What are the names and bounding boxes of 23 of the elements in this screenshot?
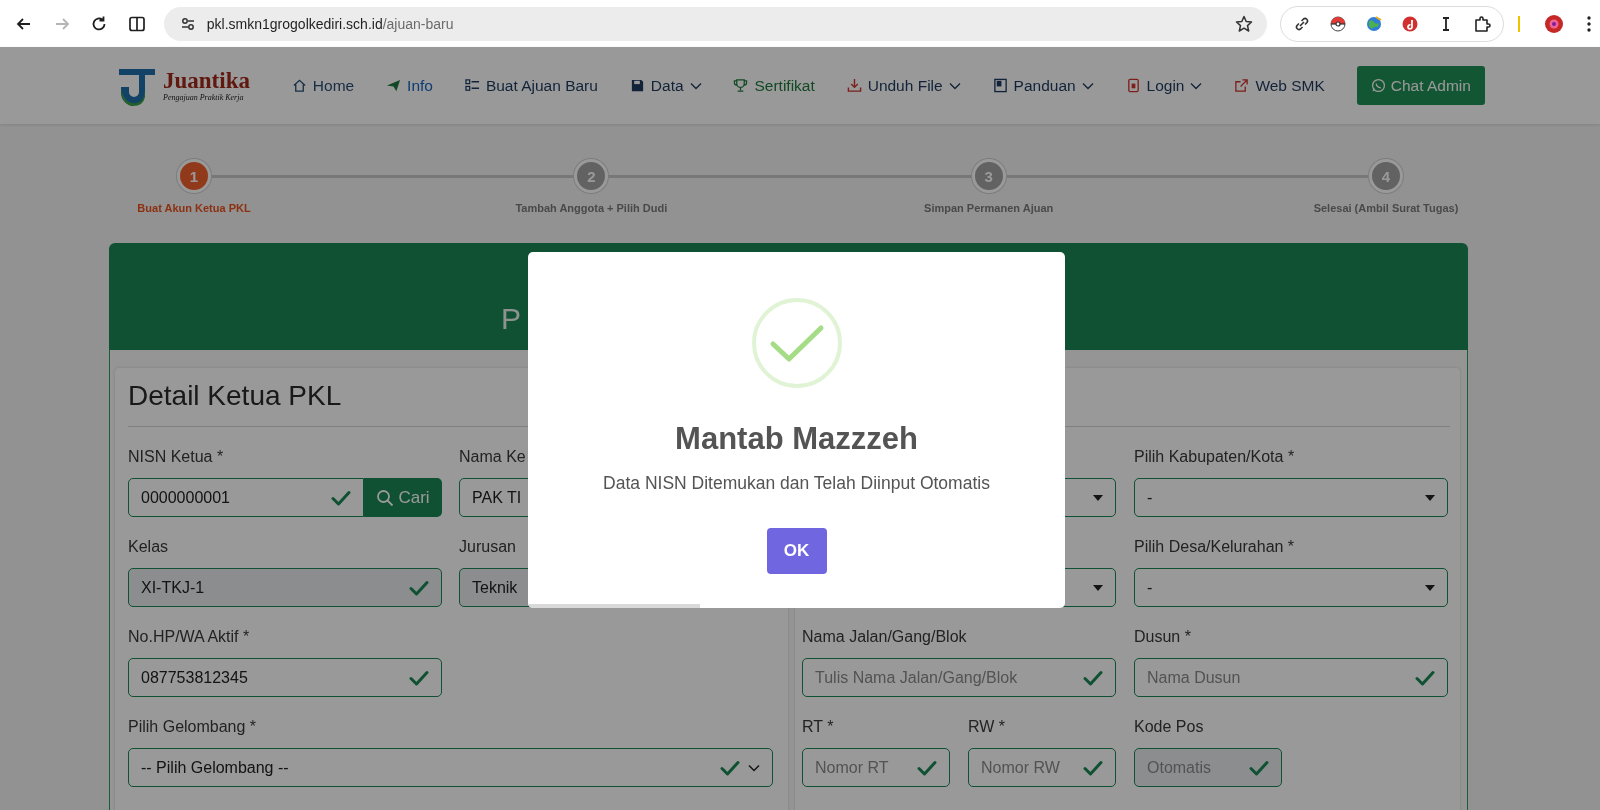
dialog-message: Data NISN Ditemukan dan Telah Diinput Otomatis (603, 472, 990, 495)
field-label: RT * (802, 717, 835, 737)
card-heading: Detail Ketua PKL (128, 379, 343, 413)
field-label: Pilih Kabupaten/Kota * (1134, 447, 1296, 467)
field-label: Nama Ke (459, 447, 527, 467)
field-label: Pilih Gelombang * (128, 717, 258, 737)
field-label: No.HP/WA Aktif * (128, 627, 251, 647)
step-label: Selesai (Ambil Surat Tugas) (1313, 202, 1459, 214)
field-label: RW * (968, 717, 1007, 737)
logo-tagline: Pengajuan Praktik Kerja (163, 92, 245, 103)
field-label: Nama Jalan/Gang/Blok (802, 627, 968, 647)
step-label: Tambah Anggota + Pilih Dudi (515, 202, 668, 214)
step-number: 1 (177, 159, 211, 193)
step-label: Buat Akun Ketua PKL (137, 202, 251, 214)
field-label: Dusun * (1134, 627, 1192, 647)
field-label: Kode Pos (1134, 717, 1205, 737)
field-label: Jurusan (459, 537, 517, 557)
field-label: Kelas (128, 537, 170, 557)
dialog-title: Mantab Mazzzeh (675, 420, 918, 458)
field-label: NISN Ketua * (128, 447, 225, 467)
card-title-fragment: P (501, 301, 521, 337)
field-label: Pilih Desa/Kelurahan * (1134, 537, 1296, 557)
step-label: Simpan Permanen Ajuan (924, 202, 1054, 214)
